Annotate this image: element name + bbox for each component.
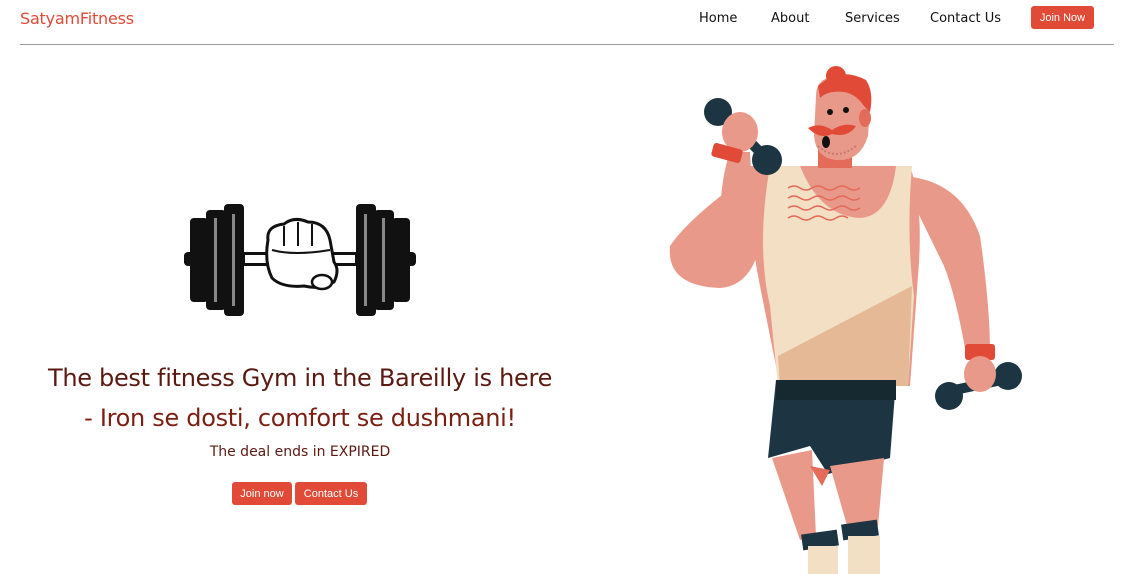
- nav-services[interactable]: Services: [845, 11, 900, 26]
- nav-contact[interactable]: Contact Us: [930, 11, 1001, 26]
- header-divider: [20, 44, 1114, 45]
- contact-us-button[interactable]: Contact Us: [295, 482, 367, 505]
- brand-logo[interactable]: SatyamFitness: [20, 9, 134, 28]
- fitness-man-illustration: [669, 66, 1022, 574]
- join-now-button[interactable]: Join Now: [1031, 6, 1094, 29]
- deal-countdown: The deal ends in EXPIRED: [209, 444, 391, 460]
- nav-about[interactable]: About: [771, 11, 809, 26]
- nav-home[interactable]: Home: [699, 11, 737, 26]
- join-now-hero-button[interactable]: Join now: [232, 482, 292, 505]
- hero-buttons: Join now Contact Us: [232, 482, 367, 505]
- hero-tagline: - Iron se dosti, comfort se dushmani!: [84, 404, 516, 432]
- dumbbell-fist-icon: [184, 204, 416, 316]
- hero-headline: The best fitness Gym in the Bareilly is …: [47, 364, 553, 392]
